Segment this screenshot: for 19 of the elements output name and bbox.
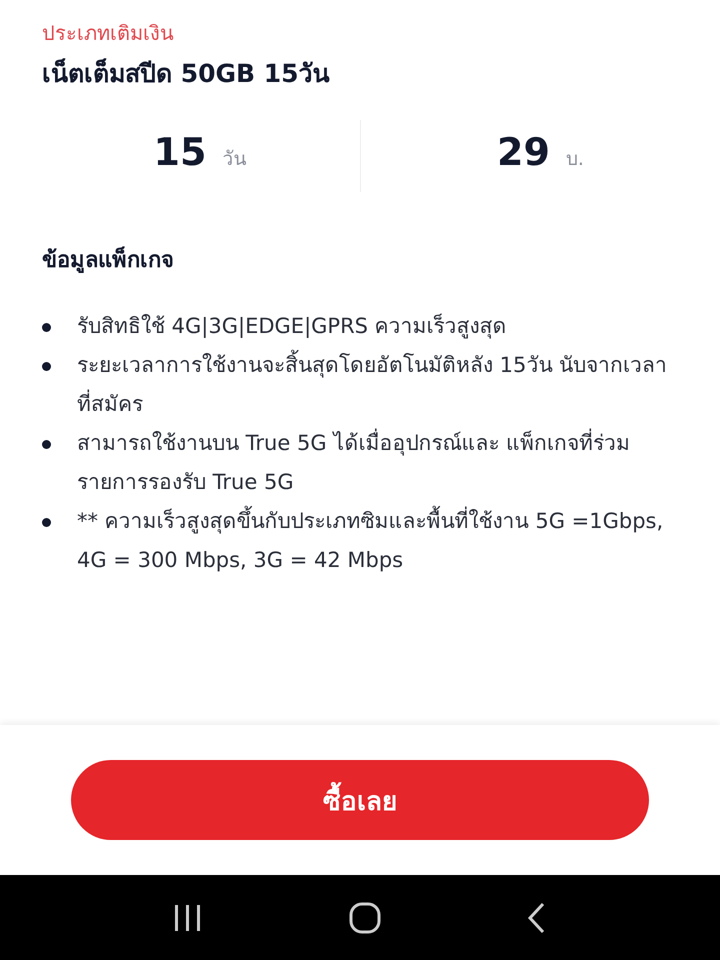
stat-unit: วัน <box>222 147 246 172</box>
home-icon[interactable] <box>349 902 381 934</box>
category-label: ประเภทเติมเงิน <box>42 20 175 47</box>
detail-text: สามารถใช้งานบน True 5G ได้เมื่ออุปกรณ์และ แพ็กเกจที่ร่วมรายการรองรับ True 5G <box>77 424 673 502</box>
bullet-icon <box>42 518 51 527</box>
detail-text: ** ความเร็วสูงสุดขึ้นกับประเภทซิมและพื้นที่ใช้งาน 5G =1Gbps, 4G = 300 Mbps, 3G = 42 Mbps <box>77 502 673 580</box>
package-title: เน็ตเต็มสปีด 50GB 15วัน <box>42 57 331 90</box>
stat-value: 29 <box>497 130 550 174</box>
bullet-icon <box>42 323 51 332</box>
detail-text: ระยะเวลาการใช้งานจะสิ้นสุดโดยอัตโนมัติหลัง 15วัน นับจากเวลาที่สมัคร <box>77 346 673 424</box>
buy-button[interactable]: ซื้อเลย <box>71 760 649 840</box>
detail-text: รับสิทธิใช้ 4G|3G|EDGE|GPRS ความเร็วสูงสุด <box>77 312 508 341</box>
back-icon[interactable] <box>527 902 547 934</box>
recent-apps-icon[interactable] <box>173 904 203 932</box>
details-heading: ข้อมูลแพ็กเกจ <box>42 245 175 275</box>
stat-value: 15 <box>154 130 206 174</box>
stat-unit: บ. <box>566 147 584 172</box>
bullet-icon <box>42 362 51 371</box>
bullet-icon <box>42 440 51 449</box>
